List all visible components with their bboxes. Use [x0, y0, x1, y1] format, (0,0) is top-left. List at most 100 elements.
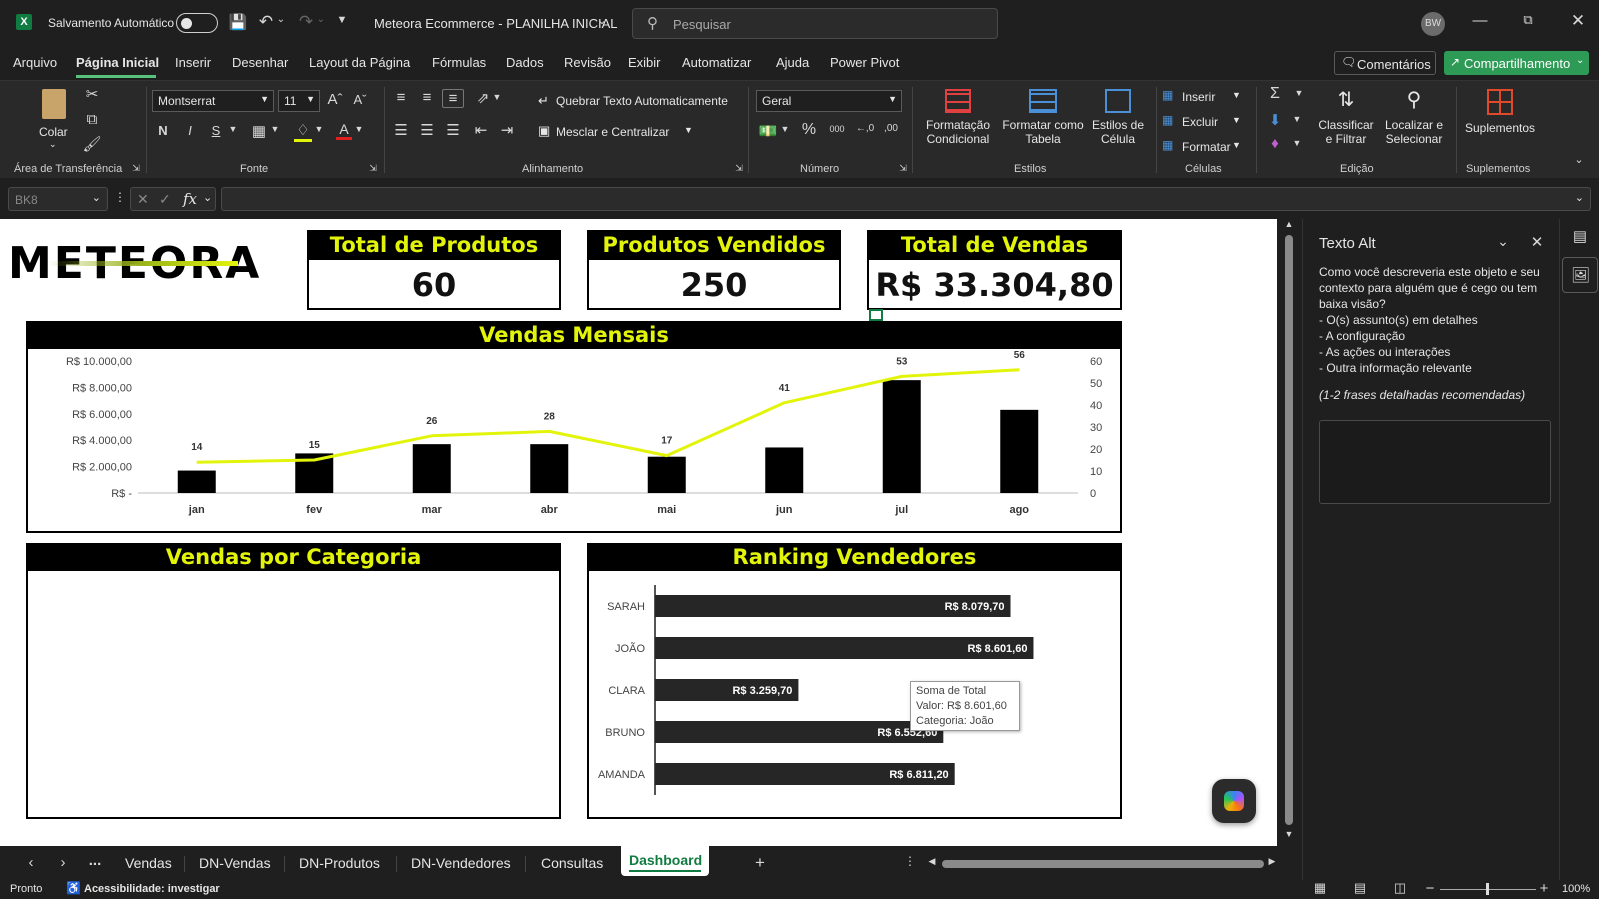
menu-inserir[interactable]: Inserir — [175, 55, 211, 70]
formula-input[interactable]: ⌄ — [221, 187, 1591, 211]
menu-ajuda[interactable]: Ajuda — [776, 55, 809, 70]
clear-chevron-icon[interactable]: ▼ — [1292, 138, 1302, 148]
normal-view-icon[interactable]: ▦ — [1312, 880, 1328, 896]
menu-arquivo[interactable]: Arquivo — [13, 55, 57, 70]
underline-icon[interactable]: S — [208, 123, 224, 138]
add-sheet-icon[interactable]: + — [752, 853, 768, 873]
conditional-formatting-button[interactable]: Formatação Condicional — [918, 85, 998, 157]
format-painter-icon[interactable]: 🖌 — [82, 135, 102, 153]
monthly-sales-chart[interactable]: R$ 10.000,00 R$ 8.000,00 R$ 6.000,00 R$ 4.0… — [28, 349, 1120, 531]
tab-vendas[interactable]: Vendas — [125, 855, 172, 871]
expand-formula-chevron-icon[interactable]: ⌄ — [1575, 191, 1584, 204]
clipboard-launcher-icon[interactable]: ⇲ — [131, 163, 141, 174]
format-as-table-button[interactable]: Formatar como Tabela — [1000, 85, 1086, 157]
insert-cells-button[interactable]: ▦ Inserir ▼ — [1162, 87, 1242, 107]
increase-indent-icon[interactable]: ⇥ — [498, 121, 516, 139]
percent-icon[interactable]: % — [800, 121, 818, 139]
next-sheet-icon[interactable]: › — [56, 854, 70, 871]
italic-icon[interactable]: I — [182, 123, 198, 138]
cell-styles-button[interactable]: Estilos de Célula — [1086, 85, 1150, 157]
tabs-options-icon[interactable]: ⋮ — [904, 854, 916, 868]
fill-color-chevron-icon[interactable]: ▼ — [314, 124, 324, 134]
font-size-select[interactable]: 11 ▼ — [278, 90, 320, 112]
title-chevron-down-icon[interactable]: ⌄ — [596, 14, 608, 27]
borders-chevron-icon[interactable]: ▼ — [270, 124, 280, 134]
shrink-font-icon[interactable]: Aˇ — [352, 92, 368, 107]
tab-dn-vendedores[interactable]: DN-Vendedores — [411, 855, 511, 871]
comments-button[interactable]: 🗨 Comentários — [1334, 51, 1436, 75]
font-color-chevron-icon[interactable]: ▼ — [354, 124, 364, 134]
align-bottom-icon[interactable]: ≡ — [442, 89, 464, 108]
scroll-thumb[interactable] — [1285, 235, 1293, 825]
tab-dn-produtos[interactable]: DN-Produtos — [299, 855, 380, 871]
zoom-slider-thumb[interactable] — [1486, 883, 1489, 895]
minimize-icon[interactable]: — — [1472, 12, 1488, 29]
collapse-ribbon-icon[interactable]: ⌄ — [1572, 153, 1586, 166]
formula-more-icon[interactable]: ⋮ — [114, 190, 126, 204]
share-button[interactable]: ↗ Compartilhamento ⌄ — [1444, 51, 1589, 75]
copy-icon[interactable]: ⧉ — [82, 111, 102, 128]
document-title[interactable]: Meteora Ecommerce - PLANILHA INICIAL — [374, 16, 617, 31]
autosave-toggle[interactable] — [176, 13, 218, 33]
menu-automatizar[interactable]: Automatizar — [682, 55, 751, 70]
cancel-entry-icon[interactable]: ✕ — [137, 191, 149, 208]
copilot-button[interactable] — [1212, 779, 1256, 823]
ranking-chart[interactable]: SARAH R$ 8.079,70 JOÃO R$ 8.601,60 CLARA R$ 3… — [589, 571, 1120, 815]
accessibility-status[interactable]: Acessibilidade: investigar — [84, 883, 220, 895]
paste-button[interactable]: Colar ⌄ — [36, 87, 72, 149]
prev-sheet-icon[interactable]: ‹ — [24, 854, 38, 871]
grow-font-icon[interactable]: Aˆ — [326, 91, 344, 108]
align-top-icon[interactable]: ≡ — [392, 89, 410, 106]
format-cells-button[interactable]: ▦ Formatar ▼ — [1162, 137, 1242, 157]
underline-chevron-icon[interactable]: ▼ — [228, 124, 238, 134]
menu-desenhar[interactable]: Desenhar — [232, 55, 288, 70]
fill-chevron-icon[interactable]: ▼ — [1292, 114, 1302, 124]
number-format-select[interactable]: Geral ▼ — [756, 90, 902, 112]
accessibility-icon[interactable]: ♿ — [66, 881, 81, 895]
name-box[interactable]: BK8 ⌄ — [8, 187, 108, 211]
restore-icon[interactable]: ⧉ — [1520, 12, 1536, 28]
insert-function-icon[interactable]: fx — [183, 190, 197, 208]
font-launcher-icon[interactable]: ⇲ — [368, 163, 378, 174]
wrap-text-button[interactable]: ↵ Quebrar Texto Automaticamente — [538, 91, 738, 113]
properties-pane-icon[interactable]: ▤ — [1570, 227, 1590, 245]
autosum-chevron-icon[interactable]: ▼ — [1294, 88, 1304, 98]
alt-panel-chevron-icon[interactable]: ⌄ — [1495, 233, 1511, 250]
menu-pagina-inicial[interactable]: Página Inicial — [76, 55, 159, 70]
menu-formulas[interactable]: Fórmulas — [432, 55, 486, 70]
font-color-icon[interactable]: A — [336, 121, 352, 140]
zoom-out-icon[interactable]: − — [1424, 880, 1436, 897]
orientation-chevron-icon[interactable]: ▼ — [492, 92, 502, 102]
align-center-icon[interactable]: ☰ — [418, 121, 436, 139]
alt-panel-close-icon[interactable]: ✕ — [1529, 233, 1545, 251]
orientation-icon[interactable]: ⇗ — [474, 89, 492, 107]
page-layout-view-icon[interactable]: ▤ — [1352, 880, 1368, 896]
alignment-launcher-icon[interactable]: ⇲ — [734, 163, 744, 174]
alt-text-pane-button[interactable]: 🖼 — [1562, 257, 1598, 293]
scroll-up-icon[interactable]: ▲ — [1283, 219, 1295, 229]
bold-icon[interactable]: N — [154, 123, 172, 138]
save-icon[interactable]: 💾 — [228, 13, 248, 31]
category-sales-panel[interactable]: Vendas por Categoria — [26, 543, 561, 819]
menu-revisao[interactable]: Revisão — [564, 55, 611, 70]
merge-center-button[interactable]: ▣ Mesclar e Centralizar ▼ — [538, 122, 698, 144]
accounting-format-icon[interactable]: 💵 — [758, 122, 778, 140]
ranking-panel[interactable]: Ranking Vendedores SARAH R$ 8.079,70 JOÃO R… — [587, 543, 1122, 819]
tab-dashboard[interactable]: Dashboard — [621, 846, 709, 876]
cut-icon[interactable]: ✂ — [82, 85, 102, 103]
close-window-icon[interactable]: ✕ — [1570, 11, 1586, 31]
hscroll-thumb[interactable] — [942, 860, 1264, 868]
align-right-icon[interactable]: ☰ — [444, 121, 462, 139]
align-middle-icon[interactable]: ≡ — [418, 89, 436, 106]
borders-icon[interactable]: ▦ — [250, 122, 268, 140]
user-avatar[interactable]: BW — [1421, 12, 1445, 36]
sort-filter-button[interactable]: ⇅ Classificar e Filtrar — [1312, 85, 1380, 157]
alt-text-input[interactable] — [1319, 420, 1551, 504]
zoom-in-icon[interactable]: + — [1538, 880, 1550, 897]
autosum-icon[interactable]: Σ — [1266, 85, 1284, 103]
more-sheets-icon[interactable]: ... — [86, 852, 104, 869]
vertical-scrollbar[interactable]: ▲ ▼ — [1277, 219, 1302, 846]
confirm-entry-icon[interactable]: ✓ — [159, 191, 171, 208]
search-box[interactable]: ⚲ Pesquisar — [632, 8, 998, 39]
find-select-button[interactable]: ⚲ Localizar e Selecionar — [1378, 85, 1450, 157]
